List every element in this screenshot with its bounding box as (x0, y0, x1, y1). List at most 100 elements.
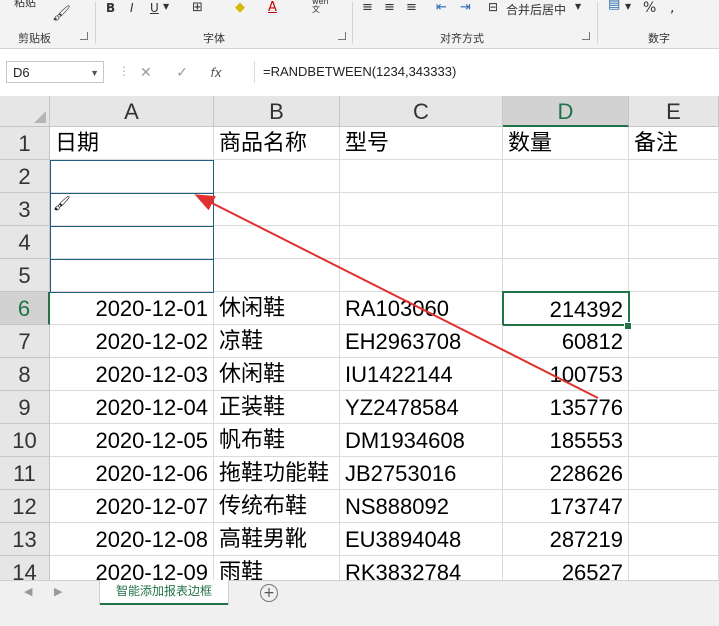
row-header-14[interactable]: 14 (0, 556, 50, 580)
cell-a5[interactable] (50, 259, 214, 292)
paste-button[interactable]: 粘贴 (14, 0, 36, 10)
cell-d8[interactable]: 100753 (503, 358, 629, 391)
merge-center-icon[interactable]: ⊟ (488, 0, 498, 14)
cell-b4[interactable] (214, 226, 340, 259)
cell-a9[interactable]: 2020-12-04 (50, 391, 214, 424)
align-right-icon[interactable]: ≡ (406, 0, 417, 15)
cell-d2[interactable] (503, 160, 629, 193)
add-sheet-icon[interactable]: + (260, 584, 278, 602)
cell-d4[interactable] (503, 226, 629, 259)
cell-e11[interactable] (629, 457, 719, 490)
cell-a1[interactable]: 日期 (50, 127, 214, 160)
row-header-11[interactable]: 11 (0, 457, 50, 490)
borders-icon[interactable]: ⊞ (192, 0, 203, 15)
column-header-c[interactable]: C (340, 96, 503, 127)
comma-style-icon[interactable]: , (670, 0, 674, 16)
cell-e5[interactable] (629, 259, 719, 292)
cell-d14[interactable]: 26527 (503, 556, 629, 580)
cell-e13[interactable] (629, 523, 719, 556)
percent-icon[interactable]: % (643, 0, 656, 16)
chevron-down-icon[interactable]: ▼ (90, 62, 99, 84)
row-header-9[interactable]: 9 (0, 391, 50, 424)
cell-a2[interactable] (50, 160, 214, 193)
cell-c6[interactable]: RA103060 (340, 292, 503, 325)
row-header-2[interactable]: 2 (0, 160, 50, 193)
italic-icon[interactable]: I (130, 1, 134, 15)
cell-d1[interactable]: 数量 (503, 127, 629, 160)
row-header-1[interactable]: 1 (0, 127, 50, 160)
chevron-down-icon[interactable]: ▼ (625, 2, 631, 11)
cell-b7[interactable]: 凉鞋 (214, 325, 340, 358)
merge-center-button[interactable]: 合并后居中 (506, 1, 566, 18)
prev-sheet-icon[interactable]: ◀ (24, 585, 32, 598)
cell-c7[interactable]: EH2963708 (340, 325, 503, 358)
cell-a8[interactable]: 2020-12-03 (50, 358, 214, 391)
sheet-tab-active[interactable]: 智能添加报表边框 (100, 580, 228, 605)
chevron-down-icon[interactable]: ▼ (575, 2, 581, 11)
cell-e9[interactable] (629, 391, 719, 424)
cell-e3[interactable] (629, 193, 719, 226)
cell-b14[interactable]: 雨鞋 (214, 556, 340, 580)
cell-d12[interactable]: 173747 (503, 490, 629, 523)
formula-input[interactable]: =RANDBETWEEN(1234,343333) (254, 61, 716, 83)
row-header-6[interactable]: 6 (0, 292, 50, 325)
row-header-7[interactable]: 7 (0, 325, 50, 358)
row-header-8[interactable]: 8 (0, 358, 50, 391)
column-header-a[interactable]: A (50, 96, 214, 127)
cell-a6[interactable]: 2020-12-01 (50, 292, 214, 325)
align-center-icon[interactable]: ≡ (384, 0, 395, 15)
cell-e2[interactable] (629, 160, 719, 193)
chevron-down-icon[interactable]: ▼ (163, 2, 169, 11)
cell-a10[interactable]: 2020-12-05 (50, 424, 214, 457)
cancel-icon[interactable]: ✕ (140, 65, 152, 81)
cell-b10[interactable]: 帆布鞋 (214, 424, 340, 457)
cell-c4[interactable] (340, 226, 503, 259)
cell-d10[interactable]: 185553 (503, 424, 629, 457)
format-painter-icon[interactable]: 🖌 (52, 4, 71, 22)
cell-a12[interactable]: 2020-12-07 (50, 490, 214, 523)
cell-d3[interactable] (503, 193, 629, 226)
cell-c3[interactable] (340, 193, 503, 226)
fill-handle[interactable] (624, 322, 632, 330)
accounting-format-icon[interactable]: ▤ (608, 0, 620, 12)
cell-b9[interactable]: 正装鞋 (214, 391, 340, 424)
cell-c8[interactable]: IU1422144 (340, 358, 503, 391)
name-box[interactable]: D6 ▼ (6, 61, 104, 83)
cell-c10[interactable]: DM1934608 (340, 424, 503, 457)
cell-a4[interactable] (50, 226, 214, 259)
cell-b12[interactable]: 传统布鞋 (214, 490, 340, 523)
row-header-13[interactable]: 13 (0, 523, 50, 556)
spreadsheet-grid[interactable]: A B C D E 1 2 3 4 5 6 7 8 9 10 11 12 13 … (0, 96, 719, 580)
cell-b3[interactable] (214, 193, 340, 226)
cell-b5[interactable] (214, 259, 340, 292)
cell-d5[interactable] (503, 259, 629, 292)
cell-e4[interactable] (629, 226, 719, 259)
cell-d11[interactable]: 228626 (503, 457, 629, 490)
cell-b6[interactable]: 休闲鞋 (214, 292, 340, 325)
clipboard-launcher-icon[interactable] (80, 32, 88, 40)
cell-e12[interactable] (629, 490, 719, 523)
cell-e8[interactable] (629, 358, 719, 391)
cell-c13[interactable]: EU3894048 (340, 523, 503, 556)
row-header-5[interactable]: 5 (0, 259, 50, 292)
cell-a7[interactable]: 2020-12-02 (50, 325, 214, 358)
row-header-12[interactable]: 12 (0, 490, 50, 523)
select-all-corner[interactable] (0, 96, 50, 127)
phonetic-icon[interactable]: wén 文 (312, 0, 329, 14)
row-header-4[interactable]: 4 (0, 226, 50, 259)
cell-c2[interactable] (340, 160, 503, 193)
align-left-icon[interactable]: ≡ (362, 0, 373, 15)
cell-b1[interactable]: 商品名称 (214, 127, 340, 160)
cell-c9[interactable]: YZ2478584 (340, 391, 503, 424)
cell-d6-active[interactable]: 214392 (502, 291, 630, 326)
cell-c5[interactable] (340, 259, 503, 292)
cell-d7[interactable]: 60812 (503, 325, 629, 358)
cell-a14[interactable]: 2020-12-09 (50, 556, 214, 580)
cell-a11[interactable]: 2020-12-06 (50, 457, 214, 490)
cell-c14[interactable]: RK3832784 (340, 556, 503, 580)
cell-a3[interactable] (50, 193, 214, 226)
cell-b2[interactable] (214, 160, 340, 193)
row-header-3[interactable]: 3 (0, 193, 50, 226)
column-header-d[interactable]: D (503, 96, 629, 127)
decrease-indent-icon[interactable]: ⇤ (436, 0, 447, 15)
